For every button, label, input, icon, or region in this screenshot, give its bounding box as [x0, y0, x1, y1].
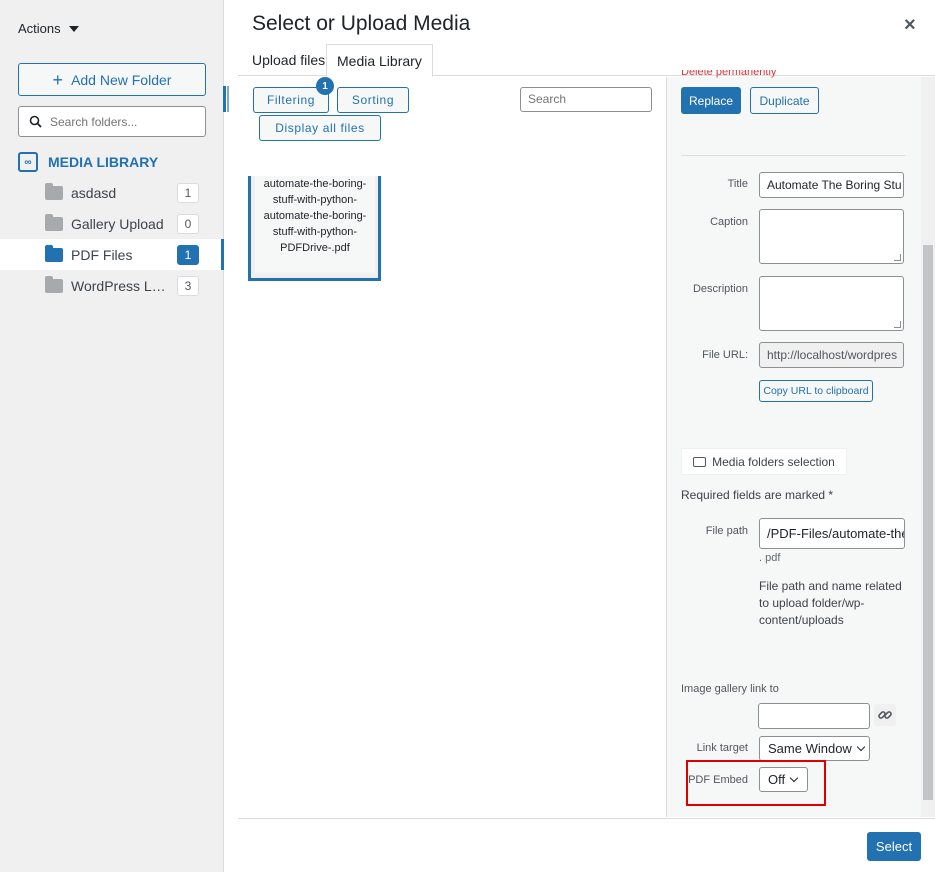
title-field[interactable]: Automate The Boring Stu — [759, 172, 904, 198]
replace-button[interactable]: Replace — [681, 87, 741, 114]
folder-count: 0 — [177, 213, 199, 234]
sidebar-resize-handle[interactable] — [223, 86, 226, 112]
folder-icon — [45, 244, 63, 262]
folder-select-icon — [693, 456, 707, 467]
link-target-label: Link target — [696, 742, 748, 754]
search-icon — [29, 115, 42, 128]
folder-item-asdasd[interactable]: asdasd 1 — [0, 177, 224, 208]
caption-field[interactable] — [759, 209, 904, 264]
folder-label: asdasd — [71, 184, 117, 201]
file-url-field[interactable]: http://localhost/wordpres — [759, 342, 904, 368]
media-search-box — [520, 87, 652, 112]
gallery-link-label: Image gallery link to — [681, 683, 779, 695]
folder-icon — [45, 275, 63, 293]
caret-down-icon — [68, 25, 79, 32]
media-library-icon: ∞ — [18, 152, 38, 172]
folder-label: PDF Files — [71, 246, 133, 263]
file-path-field[interactable]: /PDF-Files/automate-the — [759, 518, 905, 549]
media-library-label: MEDIA LIBRARY — [48, 154, 159, 170]
file-path-label: File path — [705, 525, 748, 537]
folder-search-box — [18, 106, 206, 137]
delete-permanently-link[interactable]: Delete permanently — [681, 70, 776, 80]
media-folders-selection-label: Media folders selection — [712, 454, 835, 469]
link-target-value: Same Window — [768, 741, 852, 756]
title-label: Title — [727, 178, 748, 190]
actions-menu[interactable]: Actions — [18, 21, 79, 36]
actions-label: Actions — [18, 21, 61, 36]
select-button[interactable]: Select — [867, 832, 921, 861]
media-library-root[interactable]: ∞ MEDIA LIBRARY — [18, 152, 158, 172]
display-all-files-button[interactable]: Display all files — [259, 115, 381, 141]
link-icon[interactable] — [874, 704, 896, 726]
add-folder-label: Add New Folder — [71, 71, 172, 88]
chevron-down-icon — [856, 742, 866, 752]
description-label: Description — [692, 283, 748, 295]
sorting-button[interactable]: Sorting — [337, 87, 409, 113]
required-fields-note: Required fields are marked * — [681, 488, 834, 502]
copy-url-button[interactable]: Copy URL to clipboard — [759, 380, 873, 402]
folder-item-gallery-upload[interactable]: Gallery Upload 0 — [0, 208, 224, 239]
folder-icon — [45, 213, 63, 231]
sidebar-resize-handle-line — [227, 86, 229, 112]
tab-upload-files[interactable]: Upload files — [242, 44, 335, 76]
attachment-item[interactable]: automate-the-boring-stuff-with-python-au… — [248, 176, 381, 281]
modal-footer — [238, 818, 935, 872]
folder-count: 3 — [177, 275, 199, 296]
folder-sidebar: Actions + Add New Folder ∞ MEDIA LIBRARY… — [0, 0, 224, 872]
attachment-preview: automate-the-boring-stuff-with-python-au… — [255, 176, 375, 273]
highlight-box — [686, 760, 826, 806]
folder-icon — [45, 182, 63, 200]
folder-item-pdf-files[interactable]: PDF Files 1 — [0, 239, 224, 270]
resize-handle-icon[interactable] — [894, 254, 901, 261]
attachment-filename: automate-the-boring-stuff-with-python-au… — [263, 178, 367, 254]
link-target-select[interactable]: Same Window — [759, 736, 870, 761]
folder-search-input[interactable] — [50, 114, 190, 129]
tab-media-library[interactable]: Media Library — [326, 44, 433, 77]
resize-handle-icon[interactable] — [894, 321, 901, 328]
close-icon[interactable]: × — [904, 14, 916, 37]
file-extension: . pdf — [759, 552, 781, 564]
plus-icon: + — [52, 69, 64, 90]
details-scrollbar-thumb[interactable] — [923, 245, 933, 800]
media-tabs: Upload files Media Library — [238, 44, 935, 77]
media-search-input[interactable] — [528, 88, 648, 110]
filter-count-badge: 1 — [316, 77, 334, 95]
file-path-help: File path and name related to upload fol… — [759, 579, 902, 627]
folder-count: 1 — [177, 182, 199, 203]
caption-label: Caption — [710, 216, 748, 228]
description-field[interactable] — [759, 276, 904, 331]
folder-count: 1 — [177, 244, 199, 265]
media-folders-selection-button[interactable]: Media folders selection — [681, 448, 847, 475]
folder-item-wordpress-logs[interactable]: WordPress Log... 3 — [0, 270, 224, 301]
gallery-link-field[interactable] — [758, 703, 870, 729]
folder-label: Gallery Upload — [71, 215, 164, 232]
duplicate-button[interactable]: Duplicate — [750, 87, 819, 114]
divider — [681, 155, 905, 156]
modal-title: Select or Upload Media — [252, 12, 471, 35]
chain-link-icon — [878, 711, 892, 719]
file-url-label: File URL: — [702, 349, 748, 361]
add-new-folder-button[interactable]: + Add New Folder — [18, 63, 206, 96]
folder-label: WordPress Log... — [71, 277, 173, 294]
